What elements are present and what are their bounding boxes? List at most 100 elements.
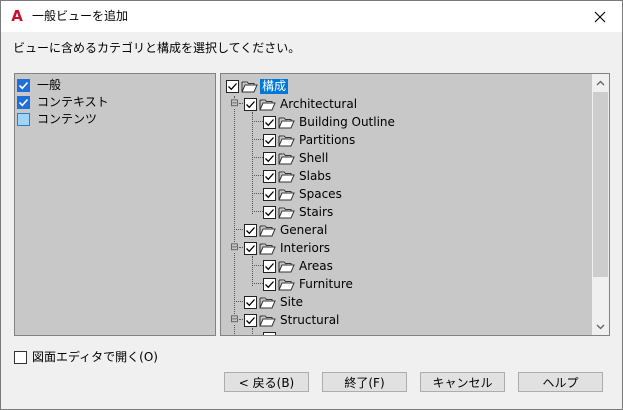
tree-node-architectural[interactable]: Architectural	[244, 95, 357, 113]
tree-checkbox[interactable]	[263, 277, 276, 291]
tree-checkbox[interactable]	[263, 187, 276, 201]
tree-node-areas[interactable]: Areas	[263, 257, 333, 275]
open-folder-icon	[259, 297, 276, 308]
checkmark-icon	[246, 100, 255, 108]
checkmark-icon	[265, 154, 274, 162]
tree-node-site[interactable]: Site	[244, 293, 303, 311]
chevron-down-icon	[596, 324, 605, 329]
category-checkbox[interactable]	[17, 112, 30, 126]
tree-node-building-outline[interactable]: Building Outline	[263, 113, 395, 131]
open-folder-icon	[278, 279, 295, 290]
tree-node-label: Furniture	[299, 276, 353, 291]
tree-checkbox[interactable]	[244, 295, 257, 309]
tree-node-partial[interactable]	[263, 329, 276, 335]
tree-checkbox[interactable]	[244, 313, 257, 327]
window-title: 一般ビューを追加	[32, 9, 129, 23]
category-checkbox[interactable]	[17, 95, 30, 109]
checkmark-icon	[265, 208, 274, 216]
tree-checkbox[interactable]	[263, 169, 276, 183]
close-icon	[594, 11, 606, 22]
category-item-context[interactable]: コンテキスト	[17, 94, 109, 110]
scroll-thumb[interactable]	[593, 92, 608, 277]
category-item-general[interactable]: 一般	[17, 77, 61, 93]
collapse-toggle-architectural[interactable]: ⊟	[230, 99, 239, 109]
tree-node-stairs[interactable]: Stairs	[263, 203, 333, 221]
close-button[interactable]	[578, 1, 622, 32]
open-folder-icon	[278, 117, 295, 128]
tree-node-root[interactable]: 構成	[226, 77, 289, 95]
collapse-toggle-interiors[interactable]: ⊟	[230, 243, 239, 253]
checkmark-icon	[265, 280, 274, 288]
tree-checkbox[interactable]	[244, 223, 257, 237]
checkmark-icon	[265, 190, 274, 198]
open-in-editor-checkbox[interactable]	[14, 350, 27, 364]
open-folder-icon	[278, 171, 295, 182]
tree-node-label: General	[280, 222, 328, 237]
help-button[interactable]: ヘルプ	[518, 372, 603, 392]
tree-connector	[252, 283, 263, 284]
tree-checkbox[interactable]	[263, 133, 276, 147]
tree-connector	[252, 175, 263, 176]
tree-checkbox[interactable]	[263, 115, 276, 129]
title-bar: A 一般ビューを追加	[1, 1, 622, 32]
open-folder-icon	[278, 189, 295, 200]
tree-node-furniture[interactable]: Furniture	[263, 275, 353, 293]
tree-checkbox[interactable]	[263, 259, 276, 273]
tree-connector	[252, 328, 253, 335]
tree-connector	[234, 96, 235, 335]
open-in-editor-label: 図面エディタで開く(O)	[32, 349, 158, 364]
tree-node-general[interactable]: General	[244, 221, 327, 239]
category-checkbox[interactable]	[17, 78, 30, 92]
back-button[interactable]: < 戻る(B)	[224, 372, 309, 392]
tree-checkbox[interactable]	[263, 205, 276, 219]
tree-node-label: Structural	[280, 312, 340, 327]
scroll-up-button[interactable]	[592, 74, 609, 91]
tree-node-shell[interactable]: Shell	[263, 149, 328, 167]
tree-checkbox[interactable]	[244, 241, 257, 255]
tree-node-label: Spaces	[299, 186, 342, 201]
tree-node-label: Partitions	[299, 132, 356, 147]
open-in-editor-option[interactable]: 図面エディタで開く(O)	[14, 349, 158, 365]
tree-node-spaces[interactable]: Spaces	[263, 185, 342, 203]
category-item-content[interactable]: コンテンツ	[17, 111, 97, 127]
tree-node-partitions[interactable]: Partitions	[263, 131, 355, 149]
tree-checkbox[interactable]	[244, 97, 257, 111]
scroll-down-button[interactable]	[592, 318, 609, 335]
chevron-up-icon	[596, 80, 605, 85]
tree-node-label: Areas	[299, 258, 333, 273]
tree-node-label: Slabs	[299, 168, 332, 183]
checkmark-icon	[265, 172, 274, 180]
checkmark-icon	[265, 136, 274, 144]
open-folder-icon	[278, 135, 295, 146]
cancel-button[interactable]: キャンセル	[420, 372, 505, 392]
tree-checkbox[interactable]	[226, 79, 239, 93]
tree-checkbox[interactable]	[263, 331, 276, 335]
checkmark-icon	[246, 226, 255, 234]
autocad-logo-icon: A	[11, 7, 23, 25]
tree-node-interiors[interactable]: Interiors	[244, 239, 330, 257]
tree-node-label: Interiors	[280, 240, 331, 255]
open-folder-icon	[259, 243, 276, 254]
tree-checkbox[interactable]	[263, 151, 276, 165]
tree-connector	[252, 139, 263, 140]
open-folder-icon	[278, 207, 295, 218]
tree-connector	[252, 211, 263, 212]
tree-connector	[252, 157, 263, 158]
checkmark-icon	[246, 316, 255, 324]
checkmark-icon	[246, 244, 255, 252]
add-general-view-dialog: A 一般ビューを追加 ビューに含めるカテゴリと構成を選択してください。 一般 コ…	[0, 0, 623, 410]
tree-node-label: Site	[280, 294, 304, 309]
checkmark-icon	[265, 118, 274, 126]
collapse-toggle-structural[interactable]: ⊟	[230, 315, 239, 325]
checkmark-icon	[18, 81, 29, 89]
tree-node-slabs[interactable]: Slabs	[263, 167, 331, 185]
finish-button[interactable]: 終了(F)	[322, 372, 407, 392]
checkmark-icon	[18, 98, 29, 106]
vertical-scrollbar[interactable]	[592, 74, 609, 335]
checkmark-icon	[265, 262, 274, 270]
tree-node-structural[interactable]: Structural	[244, 311, 339, 329]
tree-connector	[252, 121, 263, 122]
tree-node-label: Building Outline	[299, 114, 395, 129]
tree-node-label: 構成	[260, 78, 289, 94]
category-label: 一般	[37, 77, 62, 92]
